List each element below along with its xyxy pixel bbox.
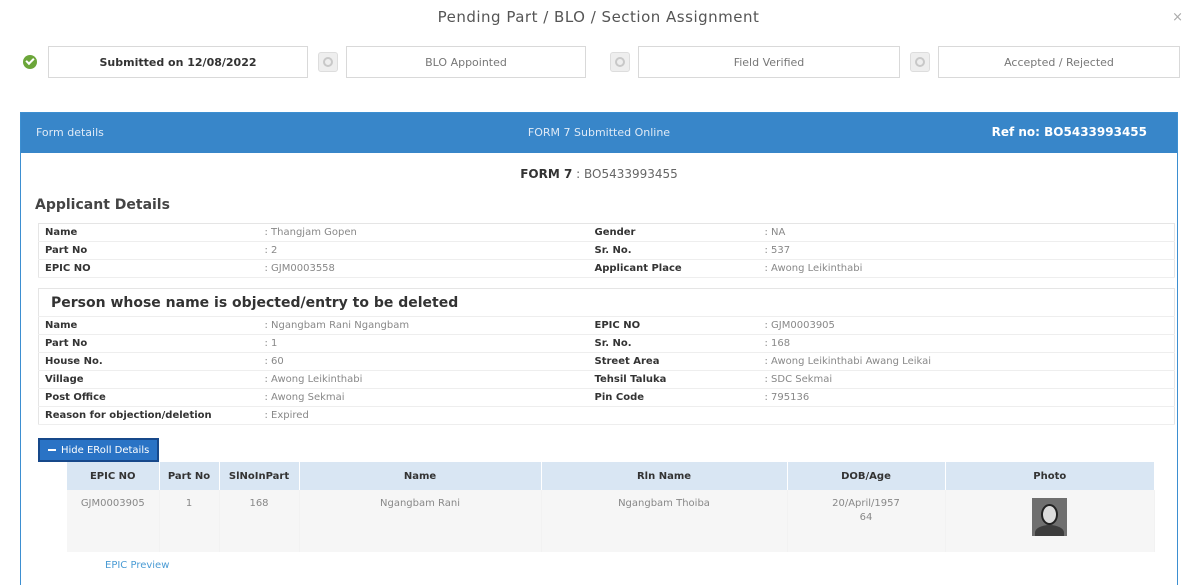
applicant-k2: Sr. No. — [588, 241, 759, 260]
cell-part: 1 — [159, 490, 220, 552]
applicant-v1: : GJM0003558 — [258, 259, 589, 278]
applicant-v1: : 2 — [258, 241, 589, 260]
eroll-table: EPIC NO Part No SlNoInPart Name Rln Name… — [67, 462, 1155, 552]
objected-v1: : Awong Sekmai — [258, 388, 589, 407]
table-row: Part No: 1 Sr. No.: 168 — [38, 334, 1175, 353]
step-blo-appointed: BLO Appointed — [318, 45, 586, 79]
objected-k2 — [588, 406, 759, 425]
objected-k1: Part No — [38, 334, 259, 353]
objected-table: Person whose name is objected/entry to b… — [38, 288, 1175, 425]
objected-v2: : 795136 — [758, 388, 1175, 407]
objected-v2: : SDC Sekmai — [758, 370, 1175, 389]
applicant-table: Name: Thangjam Gopen Gender: NA Part No: 2… — [38, 223, 1175, 278]
objected-v2: : GJM0003905 — [758, 316, 1175, 335]
applicant-k2: Applicant Place — [588, 259, 759, 278]
applicant-heading: Applicant Details — [35, 197, 170, 213]
objected-v2 — [758, 406, 1175, 425]
progress-steps: Submitted on 12/08/2022 BLO Appointed Fi… — [20, 45, 1185, 79]
table-row: Part No: 2 Sr. No.: 537 — [38, 241, 1175, 260]
voter-photo — [1032, 498, 1068, 536]
col-name: Name — [299, 462, 542, 490]
cell-rln: Ngangbam Thoiba — [541, 490, 788, 552]
objected-k2: Tehsil Taluka — [588, 370, 759, 389]
epic-preview-link[interactable]: EPIC Preview — [105, 560, 169, 571]
cell-age: 64 — [859, 512, 873, 523]
col-rln-name: Rln Name — [541, 462, 788, 490]
applicant-k1: EPIC NO — [38, 259, 259, 278]
step-accepted-label: Accepted / Rejected — [938, 46, 1180, 78]
hide-eroll-button[interactable]: Hide ERoll Details — [38, 438, 160, 462]
pending-icon — [318, 52, 338, 72]
applicant-v2: : NA — [758, 223, 1175, 242]
table-row: House No.: 60 Street Area: Awong Leikinth… — [38, 352, 1175, 371]
objected-v2: : 168 — [758, 334, 1175, 353]
ref-number: Ref no: BO5433993455 — [991, 125, 1147, 139]
cell-dob-age: 20/April/1957 64 — [787, 490, 946, 552]
col-dob-age: DOB/Age — [787, 462, 946, 490]
table-row: EPIC NO: GJM0003558 Applicant Place: Awon… — [38, 259, 1175, 278]
objected-v1: : Ngangbam Rani Ngangbam — [258, 316, 589, 335]
applicant-k2: Gender — [588, 223, 759, 242]
form-number: : BO5433993455 — [576, 167, 678, 181]
col-slno: SlNoInPart — [219, 462, 300, 490]
objected-k1: House No. — [38, 352, 259, 371]
objected-k2: Pin Code — [588, 388, 759, 407]
col-part-no: Part No — [159, 462, 220, 490]
step-field-verified: Field Verified — [610, 45, 900, 79]
objected-v2: : Awong Leikinthabi Awang Leikai — [758, 352, 1175, 371]
objected-k2: Sr. No. — [588, 334, 759, 353]
table-row: Name: Ngangbam Rani Ngangbam EPIC NO: GJM… — [38, 316, 1175, 335]
pending-icon — [910, 52, 930, 72]
table-row: Name: Thangjam Gopen Gender: NA — [38, 223, 1175, 242]
form-title: FORM 7 : BO5433993455 — [21, 167, 1177, 181]
modal-title: Pending Part / BLO / Section Assignment — [437, 8, 760, 26]
cell-photo — [945, 490, 1155, 552]
applicant-v2: : Awong Leikinthabi — [758, 259, 1175, 278]
step-field-label: Field Verified — [638, 46, 900, 78]
step-blo-label: BLO Appointed — [346, 46, 586, 78]
objected-v1: : Expired — [258, 406, 589, 425]
form-label: FORM 7 — [520, 167, 573, 181]
applicant-v2: : 537 — [758, 241, 1175, 260]
objected-heading: Person whose name is objected/entry to b… — [38, 288, 1175, 317]
hide-eroll-label: Hide ERoll Details — [61, 444, 150, 456]
check-icon — [20, 52, 40, 72]
table-row: Village: Awong Leikinthabi Tehsil Taluka:… — [38, 370, 1175, 389]
col-epic-no: EPIC NO — [67, 462, 160, 490]
step-submitted-label: Submitted on 12/08/2022 — [48, 46, 308, 78]
objected-v1: : 60 — [258, 352, 589, 371]
objected-v1: : 1 — [258, 334, 589, 353]
minus-icon — [48, 449, 56, 451]
table-row: Post Office: Awong Sekmai Pin Code: 79513… — [38, 388, 1175, 407]
applicant-v1: : Thangjam Gopen — [258, 223, 589, 242]
cell-dob: 20/April/1957 — [832, 498, 900, 509]
pending-icon — [610, 52, 630, 72]
step-accepted-rejected: Accepted / Rejected — [910, 45, 1180, 79]
objected-v1: : Awong Leikinthabi — [258, 370, 589, 389]
step-submitted: Submitted on 12/08/2022 — [20, 45, 308, 79]
objected-k1: Reason for objection/deletion — [38, 406, 259, 425]
objected-k1: Village — [38, 370, 259, 389]
applicant-k1: Part No — [38, 241, 259, 260]
close-icon[interactable]: × — [1172, 10, 1183, 25]
cell-slno: 168 — [219, 490, 300, 552]
table-row: GJM0003905 1 168 Ngangbam Rani Ngangbam … — [67, 490, 1155, 552]
applicant-k1: Name — [38, 223, 259, 242]
objected-k2: Street Area — [588, 352, 759, 371]
table-row: Reason for objection/deletion: Expired — [38, 406, 1175, 425]
objected-k1: Name — [38, 316, 259, 335]
objected-k2: EPIC NO — [588, 316, 759, 335]
panel-header: Form details FORM 7 Submitted Online Ref… — [21, 113, 1177, 153]
cell-name: Ngangbam Rani — [299, 490, 542, 552]
cell-epic: GJM0003905 — [67, 490, 160, 552]
col-photo: Photo — [945, 462, 1155, 490]
objected-k1: Post Office — [38, 388, 259, 407]
